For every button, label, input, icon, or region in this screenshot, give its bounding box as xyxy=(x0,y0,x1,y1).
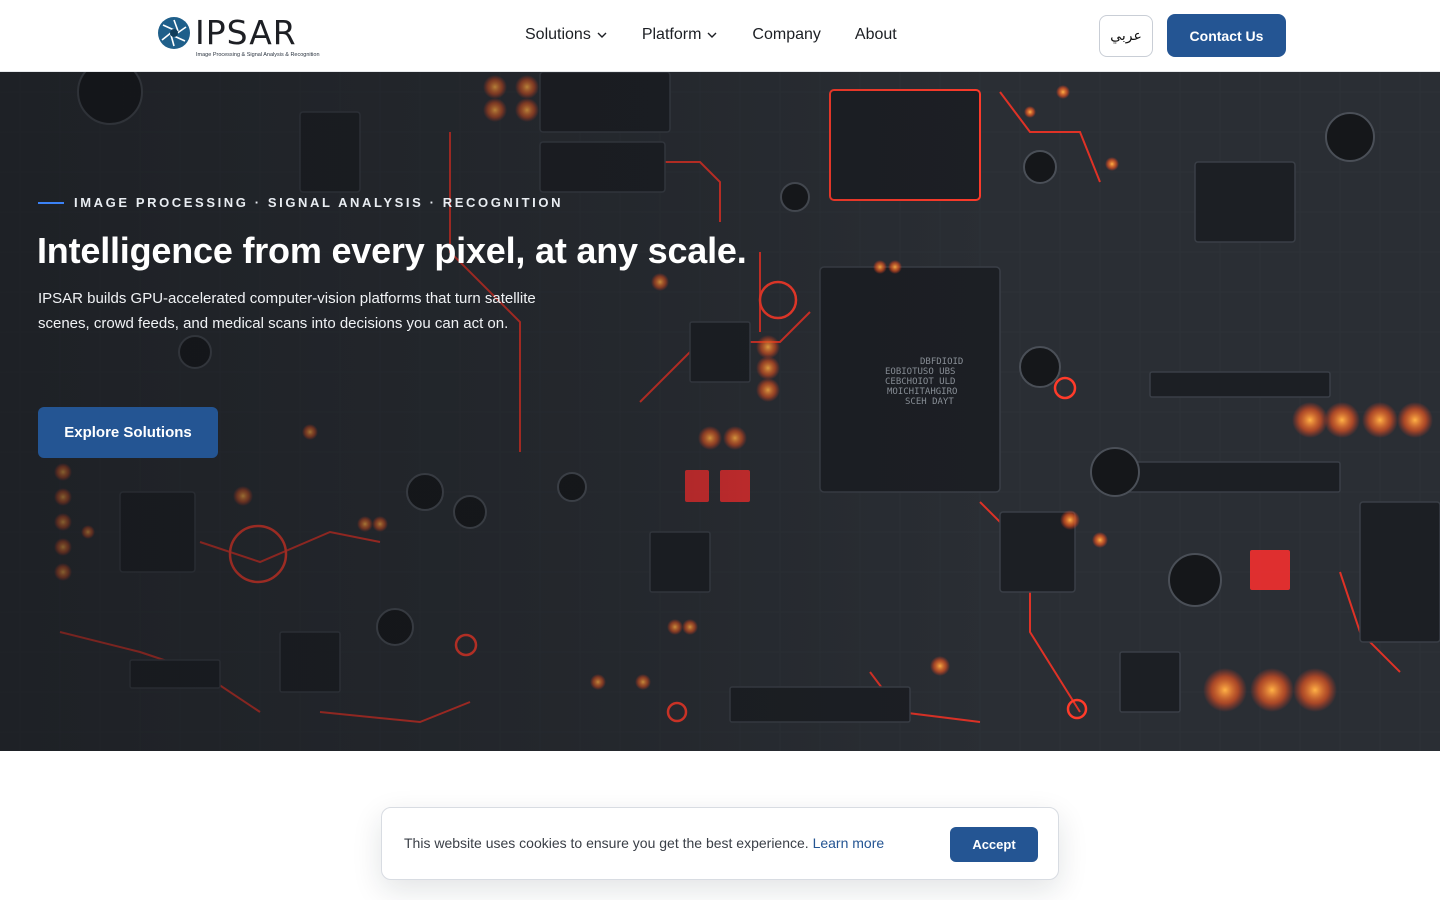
nav-item-solutions[interactable]: Solutions xyxy=(525,22,608,48)
cookie-accept-button[interactable]: Accept xyxy=(950,827,1038,862)
nav-item-label: Solutions xyxy=(525,26,591,43)
chevron-down-icon xyxy=(707,32,717,38)
site-header: IPSAR Image Processing & Signal Analysis… xyxy=(0,0,1440,72)
main-nav: Solutions Platform Company About xyxy=(525,22,931,48)
explore-solutions-button[interactable]: Explore Solutions xyxy=(38,407,218,458)
eyebrow-accent-line xyxy=(38,201,64,204)
aperture-logo-icon xyxy=(158,17,190,49)
cookie-banner: This website uses cookies to ensure you … xyxy=(381,807,1059,880)
nav-item-label: Platform xyxy=(641,26,702,43)
cookie-message: This website uses cookies to ensure you … xyxy=(404,835,813,851)
hero-eyebrow: IMAGE PROCESSING · SIGNAL ANALYSIS · REC… xyxy=(38,195,563,210)
hero-subtitle: IPSAR builds GPU-accelerated computer-vi… xyxy=(38,290,536,332)
cookie-message-row: This website uses cookies to ensure you … xyxy=(404,835,884,851)
cookie-learn-more-link[interactable]: Learn more xyxy=(813,835,885,851)
contact-us-button[interactable]: Contact Us xyxy=(1167,14,1286,57)
chevron-down-icon xyxy=(597,32,607,38)
nav-item-platform[interactable]: Platform xyxy=(642,22,719,48)
nav-item-company[interactable]: Company xyxy=(752,22,820,48)
hero-section: DBFDIOID EOBIOTUSO UBS CEBCHOIOT ULD MOI… xyxy=(0,72,1440,751)
brand-logo[interactable]: IPSAR Image Processing & Signal Analysis… xyxy=(157,13,322,62)
brand-name: IPSAR xyxy=(195,13,297,52)
hero-title: Intelligence from every pixel, at any sc… xyxy=(37,230,747,271)
nav-item-about[interactable]: About xyxy=(855,22,897,48)
brand-tagline: Image Processing & Signal Analysis & Rec… xyxy=(196,52,320,58)
nav-item-label: Company xyxy=(752,26,821,43)
language-toggle-button[interactable]: عربي xyxy=(1099,15,1153,57)
nav-item-label: About xyxy=(854,26,897,43)
eyebrow-text: IMAGE PROCESSING · SIGNAL ANALYSIS · REC… xyxy=(74,195,564,210)
